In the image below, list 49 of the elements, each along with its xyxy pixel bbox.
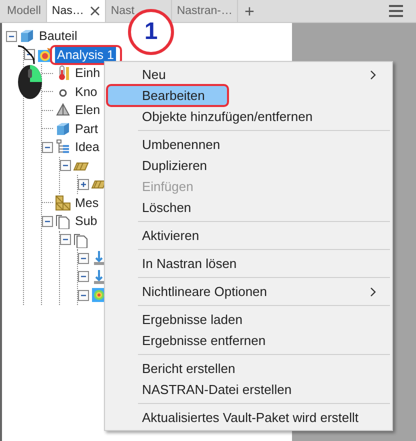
- pyramid-icon: [55, 102, 71, 118]
- tree-item[interactable]: Kno: [73, 84, 100, 100]
- tab[interactable]: Nas…: [46, 0, 106, 22]
- menu-item[interactable]: Ergebnisse laden: [107, 309, 390, 330]
- add-tab-button[interactable]: +: [238, 0, 260, 22]
- tab[interactable]: Nastran-…: [172, 0, 238, 22]
- mesh-icon: [55, 194, 71, 211]
- menu-item[interactable]: Aktualisiertes Vault-Paket wird erstellt: [107, 407, 390, 428]
- cube-icon: [55, 120, 71, 137]
- collapse-icon[interactable]: [6, 30, 17, 42]
- menu-item[interactable]: Umbenennen: [107, 134, 390, 155]
- arrow-load-icon: [91, 250, 107, 266]
- tree-item[interactable]: Mes: [73, 194, 101, 211]
- menu-item[interactable]: Bericht erstellen: [107, 358, 390, 379]
- collapse-icon[interactable]: [78, 252, 89, 264]
- menu-item[interactable]: Neu: [107, 64, 390, 85]
- tree-item[interactable]: Sub: [73, 213, 100, 230]
- menu-item[interactable]: Ergebnisse entfernen: [107, 330, 390, 351]
- arrow-load-icon: [91, 268, 107, 285]
- tree-item[interactable]: Part: [73, 120, 100, 137]
- menu-item[interactable]: Nichtlineare Optionen: [107, 281, 390, 302]
- menu-item[interactable]: Bearbeiten: [107, 85, 228, 106]
- chevron-icon: [370, 286, 376, 296]
- tree-item[interactable]: Analysis 1: [55, 46, 116, 63]
- menu-item[interactable]: Objekte hinzufügen/entfernen: [107, 106, 390, 127]
- tree-item[interactable]: Idea: [73, 139, 102, 156]
- close-icon[interactable]: [90, 6, 100, 16]
- document-icon: [73, 232, 89, 248]
- tree-item[interactable]: Bauteil: [37, 28, 80, 44]
- chevron-icon: [370, 70, 376, 80]
- menu-item[interactable]: Löschen: [107, 197, 390, 218]
- analysis-icon: [37, 46, 53, 63]
- tree-item[interactable]: Elen: [73, 102, 102, 118]
- collapse-icon[interactable]: [60, 160, 71, 172]
- document-icon: [55, 213, 71, 230]
- collapse-icon[interactable]: [78, 271, 89, 282]
- cube-icon: [19, 28, 35, 44]
- tree-item[interactable]: Einh: [73, 65, 102, 82]
- hierarchy-icon: [55, 139, 71, 156]
- collapse-icon[interactable]: [42, 216, 53, 227]
- menu-item[interactable]: Duplizieren: [107, 155, 390, 176]
- expand-icon[interactable]: [78, 178, 89, 190]
- collapse-icon[interactable]: [42, 142, 53, 153]
- menu-item[interactable]: In Nastran lösen: [107, 253, 390, 274]
- collapse-icon[interactable]: [60, 234, 71, 246]
- menu-icon[interactable]: [388, 4, 404, 18]
- menu-item[interactable]: NASTRAN-Datei erstellen: [107, 379, 390, 400]
- menu-item[interactable]: Aktivieren: [107, 225, 390, 246]
- collapse-icon[interactable]: [78, 290, 89, 301]
